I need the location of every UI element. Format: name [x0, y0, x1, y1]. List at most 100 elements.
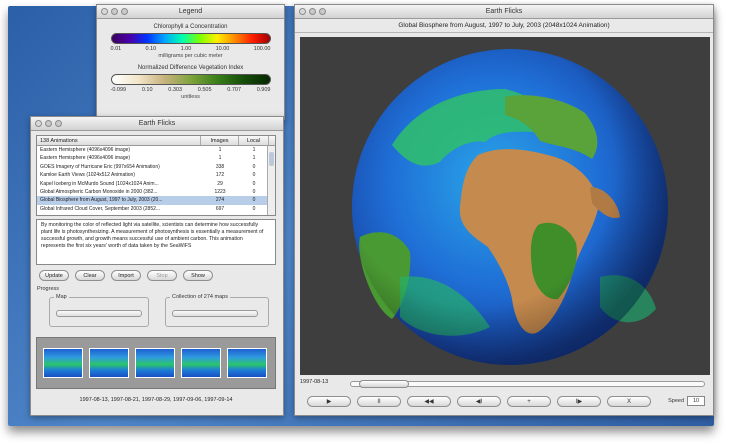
globe-canvas[interactable] [300, 37, 710, 375]
globe-shading [352, 49, 668, 365]
table-cell-name: Kamloe Earth Views (1024x512 Animation) [40, 172, 135, 179]
map-thumbnail[interactable] [89, 348, 129, 378]
map-thumbnail[interactable] [227, 348, 267, 378]
table-row[interactable]: Eastern Hemisphere (4096x4096 image) 1 1 [37, 146, 275, 154]
collection-progress-bar [172, 310, 258, 317]
map-progress-bar [56, 310, 142, 317]
animation-heading: Global Biosphere from August, 1997 to Ju… [295, 19, 713, 33]
timeline-knob[interactable] [359, 380, 409, 388]
minimize-window-button[interactable] [111, 8, 118, 15]
table-row[interactable]: Global Biosphere from August, 1997 to Ju… [37, 196, 275, 205]
thumbnail-dates: 1997-08-13, 1997-08-21, 1997-08-29, 1997… [79, 397, 233, 403]
table-header: 138 Animations Images Local [37, 136, 275, 146]
timeline-slider[interactable] [350, 380, 705, 388]
ndvi-unit: unitless [181, 94, 200, 100]
table-cell-local: 0 [252, 180, 256, 187]
speed-field[interactable]: 10 [687, 396, 705, 406]
close-window-button[interactable] [299, 8, 306, 15]
close-animation-button[interactable]: X [607, 396, 651, 407]
table-cell-images: 697 [215, 205, 225, 212]
tick-label: 0.505 [197, 87, 212, 93]
speed-control: Speed 10 [668, 396, 705, 406]
table-cell-local: 0 [252, 205, 256, 212]
ndvi-ticks: -0.099 0.10 0.303 0.505 0.707 0.909 [111, 87, 271, 93]
legend-titlebar[interactable]: Legend [97, 5, 284, 19]
list-titlebar[interactable]: Earth Flicks [31, 117, 283, 131]
tick-label: 0.10 [141, 87, 153, 93]
table-body: Eastern Hemisphere (4096x4096 image) 1 1 Ea… [37, 146, 275, 213]
window-controls [299, 8, 326, 15]
map-thumbnail[interactable] [135, 348, 175, 378]
pause-button[interactable]: II [357, 396, 401, 407]
table-cell-images: 1 [218, 155, 222, 162]
clear-button[interactable]: Clear [75, 270, 105, 281]
column-header-local[interactable]: Local [239, 136, 269, 145]
viewer-titlebar[interactable]: Earth Flicks [295, 5, 713, 19]
map-thumbnail[interactable] [181, 348, 221, 378]
ndvi-legend-title: Normalized Difference Vegetation Index [137, 65, 244, 71]
close-window-button[interactable] [35, 120, 42, 127]
step-back-button[interactable]: ◀I [457, 396, 501, 407]
table-row[interactable]: Kapel Iceberg in McMurdo Sound (1024x102… [37, 180, 275, 188]
table-cell-images: 338 [215, 163, 225, 170]
rewind-button[interactable]: ◀◀ [407, 396, 451, 407]
zoom-window-button[interactable] [121, 8, 128, 15]
table-cell-name: Eastern Hemisphere (4096x4096 image) [40, 147, 131, 153]
table-row[interactable]: Global Atmospheric Carbon Monoxide in 20… [37, 188, 275, 196]
collection-progress-group: Collection of 274 maps [165, 294, 269, 327]
table-cell-images: 274 [215, 197, 225, 204]
step-forward-button[interactable]: I▶ [557, 396, 601, 407]
column-header-images[interactable]: Images [201, 136, 239, 145]
map-progress-group: Map [49, 294, 149, 327]
table-cell-name: Eastern Hemisphere (4096x4096 image) [40, 155, 131, 162]
column-header-name[interactable]: 138 Animations [37, 136, 201, 145]
map-thumbnail[interactable] [43, 348, 83, 378]
tick-label: 0.01 [110, 46, 122, 52]
table-row[interactable]: Kamloe Earth Views (1024x512 Animation) 1… [37, 171, 275, 179]
table-cell-local: 1 [252, 147, 256, 153]
table-row[interactable]: Global Infrared Cloud Cover, September 2… [37, 205, 275, 213]
update-button[interactable]: Update [39, 270, 69, 281]
globe-image [352, 49, 668, 365]
table-cell-local: 0 [252, 197, 256, 204]
add-button[interactable]: + [507, 396, 551, 407]
legend-window-title: Legend [178, 8, 203, 15]
chlorophyll-color-bar [110, 33, 271, 44]
timeline-row: 1997-08-13 [300, 379, 710, 389]
legend-window: Legend Chlorophyll a Concentration 0.01 … [96, 4, 285, 120]
tick-label: 100.00 [253, 46, 271, 52]
chlorophyll-legend-title: Chlorophyll a Concentration [153, 24, 228, 30]
minimize-window-button[interactable] [309, 8, 316, 15]
table-cell-name: GOES Imagery of Hurricane Eric (997x654 … [40, 163, 160, 170]
play-button[interactable]: ▶ [307, 396, 351, 407]
animation-table: 138 Animations Images Local Eastern Hemi… [36, 135, 276, 216]
collection-label: Collection of 274 maps [170, 294, 230, 300]
table-scrollbar[interactable] [267, 146, 275, 215]
table-cell-images: 1223 [214, 188, 226, 195]
thumbnail-strip [36, 337, 276, 389]
table-cell-local: 0 [252, 188, 256, 195]
chlorophyll-ticks: 0.01 0.10 1.00 10.00 100.00 [111, 46, 271, 52]
table-row[interactable]: GOES Imagery of Hurricane Eric (997x654 … [37, 163, 275, 171]
minimize-window-button[interactable] [45, 120, 52, 127]
transport-controls: ▶ II ◀◀ ◀I + I▶ X [307, 396, 651, 407]
ndvi-color-bar [110, 74, 271, 85]
table-cell-name: Global Infrared Cloud Cover, September 2… [40, 205, 161, 212]
close-window-button[interactable] [101, 8, 108, 15]
viewer-window: Earth Flicks Global Biosphere from Augus… [294, 4, 714, 416]
animation-list-window: Earth Flicks 138 Animations Images Local… [30, 116, 284, 416]
table-row[interactable]: Eastern Hemisphere (4096x4096 image) 1 1 [37, 154, 275, 162]
table-cell-name: Global Atmospheric Carbon Monoxide in 20… [40, 188, 158, 195]
scroll-thumb[interactable] [269, 152, 274, 166]
tick-label: 10.00 [215, 46, 230, 52]
table-cell-local: 0 [252, 163, 256, 170]
tick-label: 0.10 [145, 46, 157, 52]
stop-button[interactable]: Stop [147, 270, 177, 281]
zoom-window-button[interactable] [55, 120, 62, 127]
progress-label: Progress [37, 286, 60, 292]
import-button[interactable]: Import [111, 270, 141, 281]
show-button[interactable]: Show [183, 270, 213, 281]
zoom-window-button[interactable] [319, 8, 326, 15]
tick-label: -0.099 [110, 87, 127, 93]
tick-label: 1.00 [180, 46, 192, 52]
